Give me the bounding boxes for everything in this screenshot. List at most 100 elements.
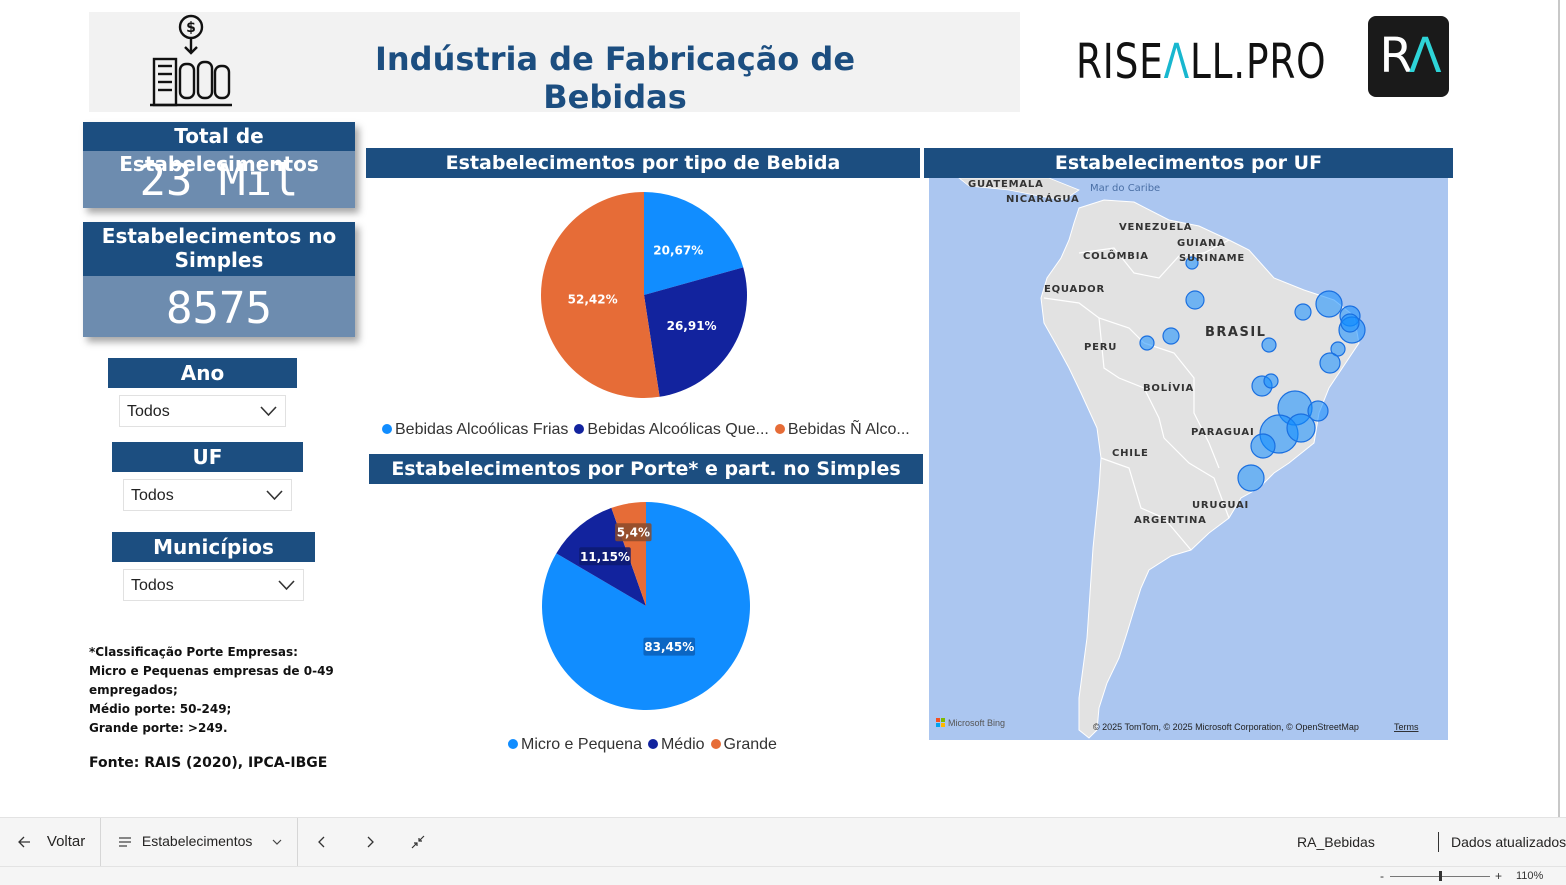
pie-data-label: 20,67% [653,243,703,257]
map-label: SURINAME [1179,253,1245,264]
zoom-level: 110% [1516,870,1544,882]
report-bottom-bar: Voltar Estabelecimentos RA_Bebidas Dados… [0,817,1566,866]
pie-chart-tipo-bebida[interactable]: 20,67% 26,91% 52,42% [540,191,748,399]
pie-data-label: 26,91% [667,319,717,333]
legend-item[interactable]: Bebidas Alcoólicas Que... [574,421,769,438]
legend-marker [382,424,392,434]
kpi-simples-value: 8575 [83,276,355,337]
kpi-simples-label: Estabelecimentos no Simples [83,222,355,276]
pie1-legend[interactable]: Bebidas Alcoólicas Frias Bebidas Alcoólic… [382,421,916,439]
legend-label: Bebidas Ñ Alco... [787,421,910,438]
footnote-line: Grande porte: >249. [89,721,228,735]
page-selector[interactable]: Estabelecimentos [118,833,286,851]
map-label: GUATEMALA [968,179,1044,190]
previous-page-icon[interactable] [316,835,328,849]
slicer-municipios-header: Municípios [112,532,315,562]
arrow-left-icon [18,836,30,848]
map-label: COLÔMBIA [1083,249,1149,262]
slicer-ano-value: Todos [127,403,170,420]
legend-label: Bebidas Alcoólicas Que... [587,421,769,438]
map-label: URUGUAI [1192,500,1249,511]
chevron-down-icon [266,490,283,501]
map-bubble[interactable] [1315,290,1343,318]
porte-footnote: *Classificação Porte Empresas: Micro e P… [89,643,339,738]
legend-item[interactable]: Bebidas Alcoólicas Frias [382,421,568,438]
map-label: BOLÍVIA [1143,381,1194,394]
map-estabelecimentos-uf[interactable]: GUATEMALA NICARÁGUA VENEZUELA GUIANA COL… [929,178,1448,740]
legend-marker [574,424,585,434]
footnote-line: Micro e Pequenas empresas de 0-49 [89,664,334,678]
map-terms-link[interactable]: Terms [1394,722,1419,732]
legend-label: Grande [723,736,777,753]
legend-item[interactable]: Micro e Pequena [508,736,642,753]
legend-item[interactable]: Médio [647,736,705,753]
zoom-bar: - + 110% [0,866,1566,885]
map-label: GUIANA [1177,238,1226,249]
map-label: Mar do Caribe [1090,183,1160,194]
map-bubble[interactable] [1237,464,1265,492]
map-label: ARGENTINA [1134,515,1207,526]
map-bubble[interactable] [1286,413,1316,443]
legend-marker [774,424,785,434]
footnote-line: empregados; [89,683,178,697]
chevron-down-icon [260,406,277,417]
map-bubble[interactable] [1261,337,1277,353]
collapse-icon[interactable] [411,835,425,849]
legend-item[interactable]: Bebidas Ñ Alco... [774,421,910,438]
ra-logo: RΛ [1368,16,1449,97]
slicer-municipios-dropdown[interactable]: Todos [123,569,304,601]
kpi-simples-label-line2: Simples [174,248,264,272]
map-label: EQUADOR [1044,284,1105,295]
slicer-uf-dropdown[interactable]: Todos [123,479,292,511]
slicer-municipios-value: Todos [131,577,174,594]
legend-marker [710,739,721,749]
pie2-title: Estabelecimentos por Porte* e part. no S… [369,454,923,484]
map-label: BRASIL [1205,325,1266,340]
pie2-legend[interactable]: Micro e Pequena Médio Grande [508,736,783,754]
map-attribution[interactable]: © 2025 TomTom, © 2025 Microsoft Corporat… [1093,722,1359,732]
pie-data-label: 83,45% [644,640,694,654]
pie1-title: Estabelecimentos por tipo de Bebida [366,148,920,178]
map-label: VENEZUELA [1119,222,1192,233]
slicer-ano-dropdown[interactable]: Todos [119,395,286,427]
map-bubble[interactable] [1340,313,1360,333]
page-selector-label: Estabelecimentos [141,833,253,849]
page-scrollbar[interactable] [1558,0,1560,817]
map-bubble[interactable] [1162,327,1180,345]
chevron-down-icon [278,580,295,591]
map-label: NICARÁGUA [1006,192,1080,205]
map-bubble[interactable] [1319,352,1341,374]
legend-marker [508,739,518,749]
zoom-slider-handle[interactable] [1439,871,1442,881]
zoom-out-button[interactable]: - [1380,869,1384,883]
next-page-icon[interactable] [364,835,376,849]
map-bubble[interactable] [1263,373,1279,389]
legend-item[interactable]: Grande [710,736,777,753]
zoom-in-button[interactable]: + [1495,869,1502,883]
map-bubble[interactable] [1250,433,1276,459]
data-refresh-label: Dados atualizados [1451,834,1566,850]
map-label: CHILE [1112,448,1149,459]
pie-data-label: 52,42% [568,292,618,306]
report-name: RA_Bebidas [1297,834,1375,850]
legend-label: Médio [660,736,705,753]
bing-label: Microsoft Bing [948,718,1005,728]
back-button[interactable]: Voltar [17,833,85,851]
data-source: Fonte: RAIS (2020), IPCA-IBGE [89,755,328,771]
chevron-down-icon [272,839,282,845]
list-icon [119,837,131,847]
kpi-total-label: Total de Estabelecimentos [83,122,355,176]
slicer-ano-header: Ano [108,358,297,388]
pie-chart-porte[interactable]: 83,45% 11,15% 5,4% [541,501,751,711]
page-title: Indústria de Fabricação de Bebidas [374,40,856,116]
kpi-estabelecimentos-simples: Estabelecimentos no Simples 8575 [83,222,355,337]
map-bubble[interactable] [1185,290,1205,310]
legend-label: Micro e Pequena [521,736,642,753]
map-label: PARAGUAI [1191,427,1254,438]
map-bubble[interactable] [1139,335,1155,351]
legend-marker [647,739,658,749]
svg-text:$: $ [186,20,196,36]
slicer-uf-value: Todos [131,487,174,504]
pie-data-label: 5,4% [617,526,650,540]
map-bubble[interactable] [1294,303,1312,321]
